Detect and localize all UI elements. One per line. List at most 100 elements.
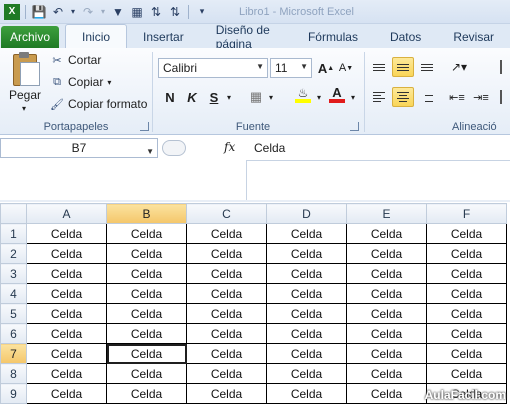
cell-e7[interactable]: Celda: [346, 343, 427, 364]
cell-a5[interactable]: Celda: [26, 303, 107, 324]
cell-d7[interactable]: Celda: [266, 343, 347, 364]
fill-color-button[interactable]: ♨: [294, 85, 312, 105]
row-header[interactable]: 6: [0, 323, 27, 344]
formula-bar-splitter[interactable]: [162, 140, 186, 156]
borders-button-icon[interactable]: ▦: [248, 87, 264, 107]
bold-button[interactable]: N: [162, 87, 178, 107]
cell-b7[interactable]: Celda: [106, 343, 187, 364]
row-header[interactable]: 4: [0, 283, 27, 304]
column-header-c[interactable]: C: [186, 203, 267, 224]
align-right-button[interactable]: [418, 87, 436, 107]
cut-button[interactable]: ✂ Cortar: [50, 53, 101, 67]
undo-dropdown-icon[interactable]: ▾: [69, 4, 77, 20]
column-header-e[interactable]: E: [346, 203, 427, 224]
cell-d9[interactable]: Celda: [266, 383, 347, 404]
cell-b8[interactable]: Celda: [106, 363, 187, 384]
cell-f3[interactable]: Celda: [426, 263, 507, 284]
cell-a1[interactable]: Celda: [26, 223, 107, 244]
cell-c2[interactable]: Celda: [186, 243, 267, 264]
underline-dropdown-icon[interactable]: ▾: [224, 87, 234, 107]
copy-button[interactable]: ⧉ Copiar ▾: [50, 75, 111, 89]
row-header[interactable]: 5: [0, 303, 27, 324]
row-header[interactable]: 1: [0, 223, 27, 244]
tab-inicio[interactable]: Inicio: [65, 24, 128, 48]
cell-a4[interactable]: Celda: [26, 283, 107, 304]
font-name-select[interactable]: Calibri ▼: [158, 58, 268, 78]
paste-button[interactable]: Pegar ▾: [6, 52, 44, 114]
shrink-font-button[interactable]: A ▼: [338, 58, 354, 78]
cell-b4[interactable]: Celda: [106, 283, 187, 304]
cell-b3[interactable]: Celda: [106, 263, 187, 284]
cell-b9[interactable]: Celda: [106, 383, 187, 404]
cell-d3[interactable]: Celda: [266, 263, 347, 284]
tab-formulas[interactable]: Fórmulas: [292, 26, 374, 48]
decrease-indent-button[interactable]: ⇤≡: [448, 87, 466, 107]
cell-e3[interactable]: Celda: [346, 263, 427, 284]
cell-f1[interactable]: Celda: [426, 223, 507, 244]
cell-d4[interactable]: Celda: [266, 283, 347, 304]
tab-diseno-de-pagina[interactable]: Diseño de página: [200, 23, 292, 51]
name-box[interactable]: B7 ▼: [0, 138, 158, 158]
align-bottom-button[interactable]: [418, 57, 436, 77]
tab-datos[interactable]: Datos: [374, 26, 437, 48]
align-middle-button[interactable]: [392, 57, 414, 77]
cell-a3[interactable]: Celda: [26, 263, 107, 284]
cell-c7[interactable]: Celda: [186, 343, 267, 364]
cell-d1[interactable]: Celda: [266, 223, 347, 244]
paste-dropdown-icon[interactable]: ▾: [22, 104, 26, 113]
align-left-button[interactable]: [370, 87, 388, 107]
cell-d2[interactable]: Celda: [266, 243, 347, 264]
underline-button[interactable]: S: [206, 87, 222, 107]
font-color-button[interactable]: A: [328, 85, 346, 105]
borders-icon[interactable]: ▦: [129, 4, 145, 20]
column-header-d[interactable]: D: [266, 203, 347, 224]
insert-function-icon[interactable]: fx: [224, 140, 235, 154]
merge-center-button[interactable]: [494, 87, 508, 107]
cell-e2[interactable]: Celda: [346, 243, 427, 264]
row-header[interactable]: 8: [0, 363, 27, 384]
cell-d5[interactable]: Celda: [266, 303, 347, 324]
cell-b5[interactable]: Celda: [106, 303, 187, 324]
format-painter-button[interactable]: 🖌 Copiar formato: [50, 97, 147, 111]
column-header-a[interactable]: A: [26, 203, 107, 224]
cell-e6[interactable]: Celda: [346, 323, 427, 344]
cell-b1[interactable]: Celda: [106, 223, 187, 244]
cell-e1[interactable]: Celda: [346, 223, 427, 244]
cell-f4[interactable]: Celda: [426, 283, 507, 304]
cell-b2[interactable]: Celda: [106, 243, 187, 264]
tab-revisar[interactable]: Revisar: [437, 26, 510, 48]
font-size-select[interactable]: 11 ▼: [270, 58, 312, 78]
tab-insertar[interactable]: Insertar: [127, 26, 200, 48]
formula-input[interactable]: Celda: [254, 141, 285, 155]
redo-icon[interactable]: ↷: [80, 4, 96, 20]
tab-archivo[interactable]: Archivo: [1, 26, 60, 48]
cell-c1[interactable]: Celda: [186, 223, 267, 244]
select-all-corner[interactable]: [0, 203, 27, 224]
cell-c5[interactable]: Celda: [186, 303, 267, 324]
cell-c3[interactable]: Celda: [186, 263, 267, 284]
cell-c8[interactable]: Celda: [186, 363, 267, 384]
orientation-button[interactable]: ↗▾: [448, 57, 470, 77]
cell-e9[interactable]: Celda: [346, 383, 427, 404]
cell-f5[interactable]: Celda: [426, 303, 507, 324]
column-header-b[interactable]: B: [106, 203, 187, 224]
clipboard-launcher-icon[interactable]: [140, 122, 149, 131]
cell-c4[interactable]: Celda: [186, 283, 267, 304]
cell-a6[interactable]: Celda: [26, 323, 107, 344]
cell-c9[interactable]: Celda: [186, 383, 267, 404]
increase-indent-button[interactable]: ⇥≡: [472, 87, 490, 107]
font-color-dropdown-icon[interactable]: ▾: [348, 87, 358, 107]
fill-color-dropdown-icon[interactable]: ▾: [314, 87, 324, 107]
filter-icon[interactable]: ▼: [110, 4, 126, 20]
wrap-text-button[interactable]: [494, 57, 508, 77]
column-header-f[interactable]: F: [426, 203, 507, 224]
row-header[interactable]: 9: [0, 383, 27, 404]
cell-c6[interactable]: Celda: [186, 323, 267, 344]
cell-f7[interactable]: Celda: [426, 343, 507, 364]
cell-d8[interactable]: Celda: [266, 363, 347, 384]
sort-descending-icon[interactable]: ⇅: [167, 4, 183, 20]
cell-d6[interactable]: Celda: [266, 323, 347, 344]
cell-f6[interactable]: Celda: [426, 323, 507, 344]
cell-e5[interactable]: Celda: [346, 303, 427, 324]
italic-button[interactable]: K: [184, 87, 200, 107]
